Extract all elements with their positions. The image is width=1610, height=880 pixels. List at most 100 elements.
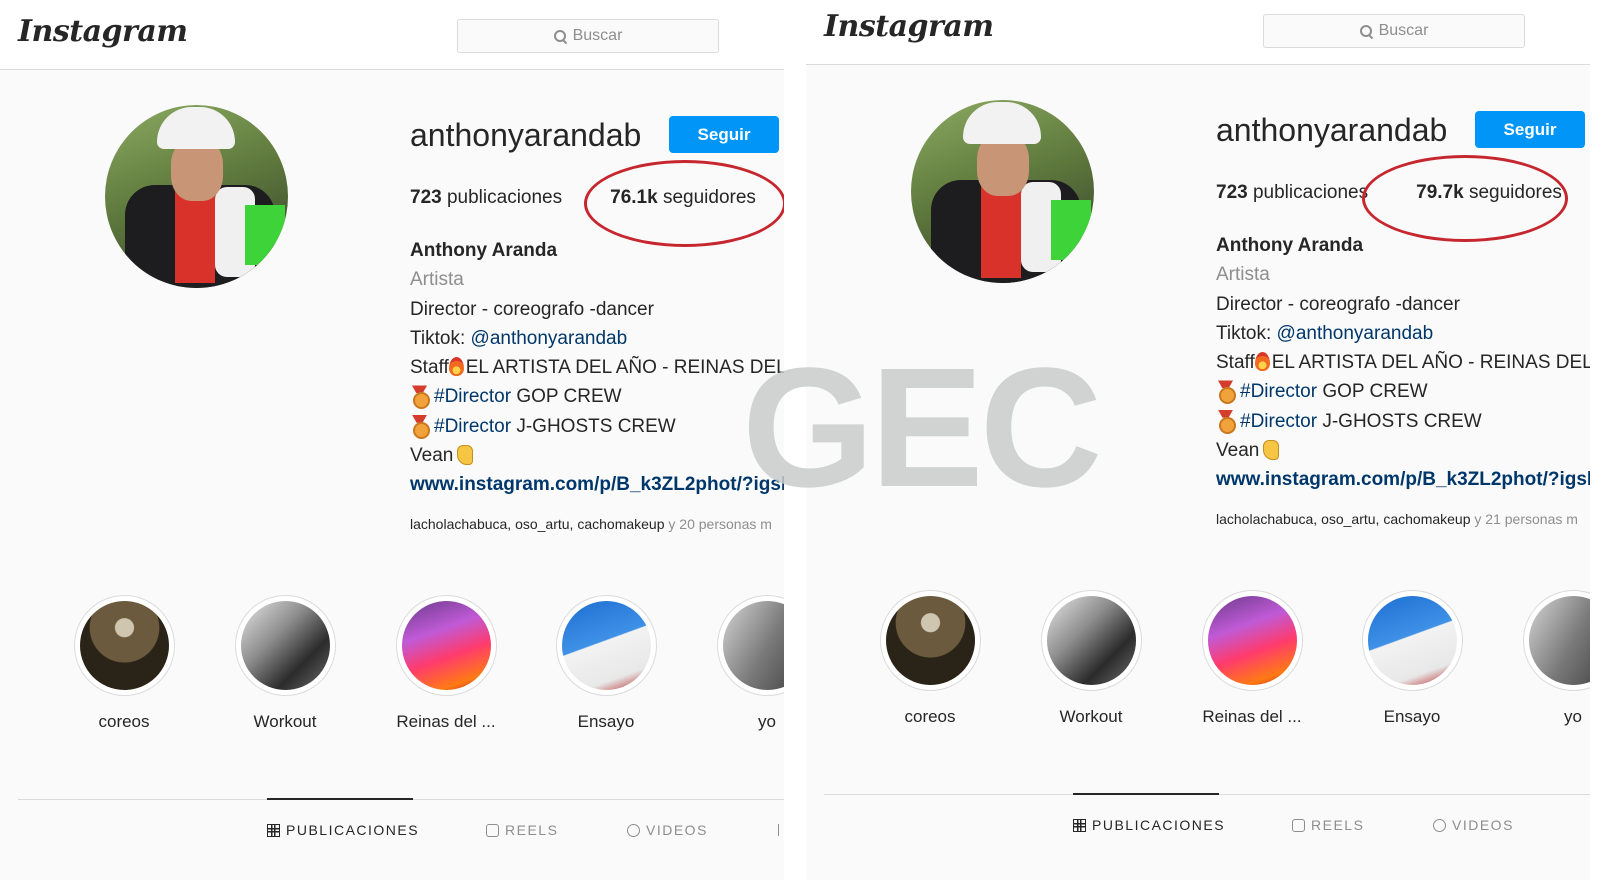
vean-text: Vean [1216, 440, 1260, 462]
highlight-item[interactable]: coreos [64, 595, 184, 732]
posts-count: 723 [410, 187, 442, 208]
highlight-label: yo [1564, 707, 1582, 726]
highlight-item[interactable]: yo [1513, 590, 1590, 727]
profile-username: anthonyarandab [1216, 112, 1448, 148]
posts-stat: 723 publicaciones [410, 187, 562, 209]
highlight-label: Workout [253, 712, 317, 731]
search-input[interactable]: Buscar [1263, 14, 1525, 48]
website-link[interactable]: www.instagram.com/p/B_k3ZL2phot/?igsh [1216, 465, 1590, 494]
highlight-item[interactable]: Ensayo [1352, 590, 1472, 727]
highlight-circle-annotation [584, 160, 784, 247]
followed-by-rest: y 20 personas m [664, 516, 772, 532]
profile-username: anthonyarandab [410, 117, 642, 153]
medal-emoji-icon [1216, 380, 1236, 405]
bio-tiktok-line: Tiktok: @anthonyarandab [1216, 319, 1590, 348]
profile-screenshot-before: Instagram Buscar anthonyarandab Seguir 7… [0, 0, 784, 880]
hashtag-director-link[interactable]: #Director [434, 416, 511, 437]
website-link[interactable]: www.instagram.com/p/B_k3ZL2phot/?igsh [410, 470, 784, 499]
posts-stat: 723 publicaciones [1216, 182, 1368, 204]
highlight-label: Ensayo [577, 712, 635, 731]
highlight-item[interactable]: Reinas del ... [386, 595, 506, 732]
hashtag-director-link[interactable]: #Director [1240, 381, 1317, 402]
tab-label: REELS [1311, 817, 1365, 833]
search-placeholder: Buscar [572, 27, 623, 44]
highlight-item[interactable]: coreos [870, 590, 990, 727]
reels-icon [486, 823, 499, 837]
highlight-label: yo [758, 712, 776, 731]
tab-publicaciones[interactable]: PUBLICACIONES [267, 822, 419, 838]
pointing-down-hand-icon [1263, 440, 1280, 461]
hashtag-director-link[interactable]: #Director [1240, 411, 1317, 432]
highlight-label: Reinas del ... [1202, 707, 1302, 726]
profile-screenshot-after: Instagram Buscar anthonyarandab Seguir 7… [806, 0, 1590, 880]
bio-staff-line: Staff EL ARTISTA DEL AÑO - REINAS DEL S [1216, 348, 1590, 377]
bio-line: Director - coreografo -dancer [410, 298, 654, 320]
active-tab-indicator [1073, 793, 1219, 795]
staff-text: EL ARTISTA DEL AÑO - REINAS DEL [465, 357, 784, 379]
highlight-thumbnail [885, 596, 975, 685]
staff-prefix: Staff [1216, 352, 1255, 374]
story-highlights: coreos Workout Reinas del ... Ensayo yo [806, 590, 1590, 740]
tab-label: VIDEOS [1452, 817, 1514, 833]
grid-icon [1073, 818, 1086, 832]
instagram-logo[interactable]: Instagram [824, 9, 994, 44]
tab-label: VIDEOS [646, 822, 708, 838]
highlight-item[interactable]: yo [707, 595, 784, 732]
search-placeholder: Buscar [1378, 22, 1429, 39]
bio-crew2-line: #Director J-GHOSTS CREW [410, 412, 784, 441]
tab-videos[interactable]: VIDEOS [1433, 817, 1514, 833]
crew2-text: J-GHOSTS CREW [511, 415, 676, 437]
medal-emoji-icon [410, 415, 430, 439]
tab-reels[interactable]: REELS [486, 822, 558, 838]
bio-tiktok-line: Tiktok: @anthonyarandab [410, 324, 784, 353]
medal-emoji-icon [410, 385, 430, 410]
crew2-text: J-GHOSTS CREW [1317, 410, 1482, 432]
full-name: Anthony Aranda [410, 240, 558, 261]
grid-icon [267, 823, 280, 837]
highlight-label: coreos [904, 707, 956, 726]
highlight-circle-annotation [1362, 155, 1568, 242]
bio-line: Director - coreografo -dancer [1216, 293, 1460, 315]
followed-by-text[interactable]: lacholachabuca, oso_artu, cachomakeup y … [410, 516, 772, 532]
profile-avatar[interactable] [911, 100, 1094, 283]
tab-reels[interactable]: REELS [1292, 817, 1364, 833]
full-name: Anthony Aranda [1216, 235, 1364, 256]
profile-avatar[interactable] [105, 105, 288, 288]
tab-videos[interactable]: VIDEOS [627, 822, 708, 838]
highlight-thumbnail [240, 601, 330, 690]
fire-emoji-icon [448, 357, 464, 377]
fire-emoji-icon [1254, 352, 1270, 372]
followed-by-text[interactable]: lacholachabuca, oso_artu, cachomakeup y … [1216, 511, 1578, 527]
tab-publicaciones[interactable]: PUBLICACIONES [1073, 817, 1225, 833]
profile-category: Artista [1216, 264, 1270, 286]
profile-bio: Anthony Aranda Artista Director - coreog… [410, 236, 784, 500]
search-input[interactable]: Buscar [457, 19, 719, 53]
highlight-thumbnail [401, 601, 491, 690]
search-icon [553, 30, 566, 42]
instagram-logo[interactable]: Instagram [18, 14, 188, 49]
follow-button[interactable]: Seguir [1475, 111, 1585, 148]
tiktok-handle-link[interactable]: @anthonyarandab [471, 328, 628, 349]
highlight-item[interactable]: Ensayo [546, 595, 666, 732]
story-highlights: coreos Workout Reinas del ... Ensayo yo [0, 595, 784, 745]
followed-by-names: lacholachabuca, oso_artu, cachomakeup [1216, 511, 1471, 527]
highlight-thumbnail [79, 601, 169, 690]
tiktok-handle-link[interactable]: @anthonyarandab [1277, 323, 1434, 344]
staff-text: EL ARTISTA DEL AÑO - REINAS DEL S [1271, 352, 1590, 374]
profile-category: Artista [410, 269, 464, 291]
highlight-thumbnail [1528, 596, 1590, 685]
hashtag-director-link[interactable]: #Director [434, 386, 511, 407]
active-tab-indicator [267, 798, 413, 800]
follow-button[interactable]: Seguir [669, 116, 779, 153]
top-navigation-bar: Instagram Buscar [806, 0, 1590, 65]
highlight-item[interactable]: Workout [1031, 590, 1151, 727]
posts-label: publicaciones [446, 187, 563, 208]
posts-count: 723 [1216, 182, 1248, 203]
tab-label: PUBLICACIONES [286, 822, 420, 838]
highlight-item[interactable]: Reinas del ... [1192, 590, 1312, 727]
bio-crew1-line: #Director GOP CREW [1216, 377, 1590, 406]
highlight-item[interactable]: Workout [225, 595, 345, 732]
highlight-label: Reinas del ... [396, 712, 496, 731]
reels-icon [1292, 818, 1305, 832]
search-icon [1359, 25, 1372, 37]
